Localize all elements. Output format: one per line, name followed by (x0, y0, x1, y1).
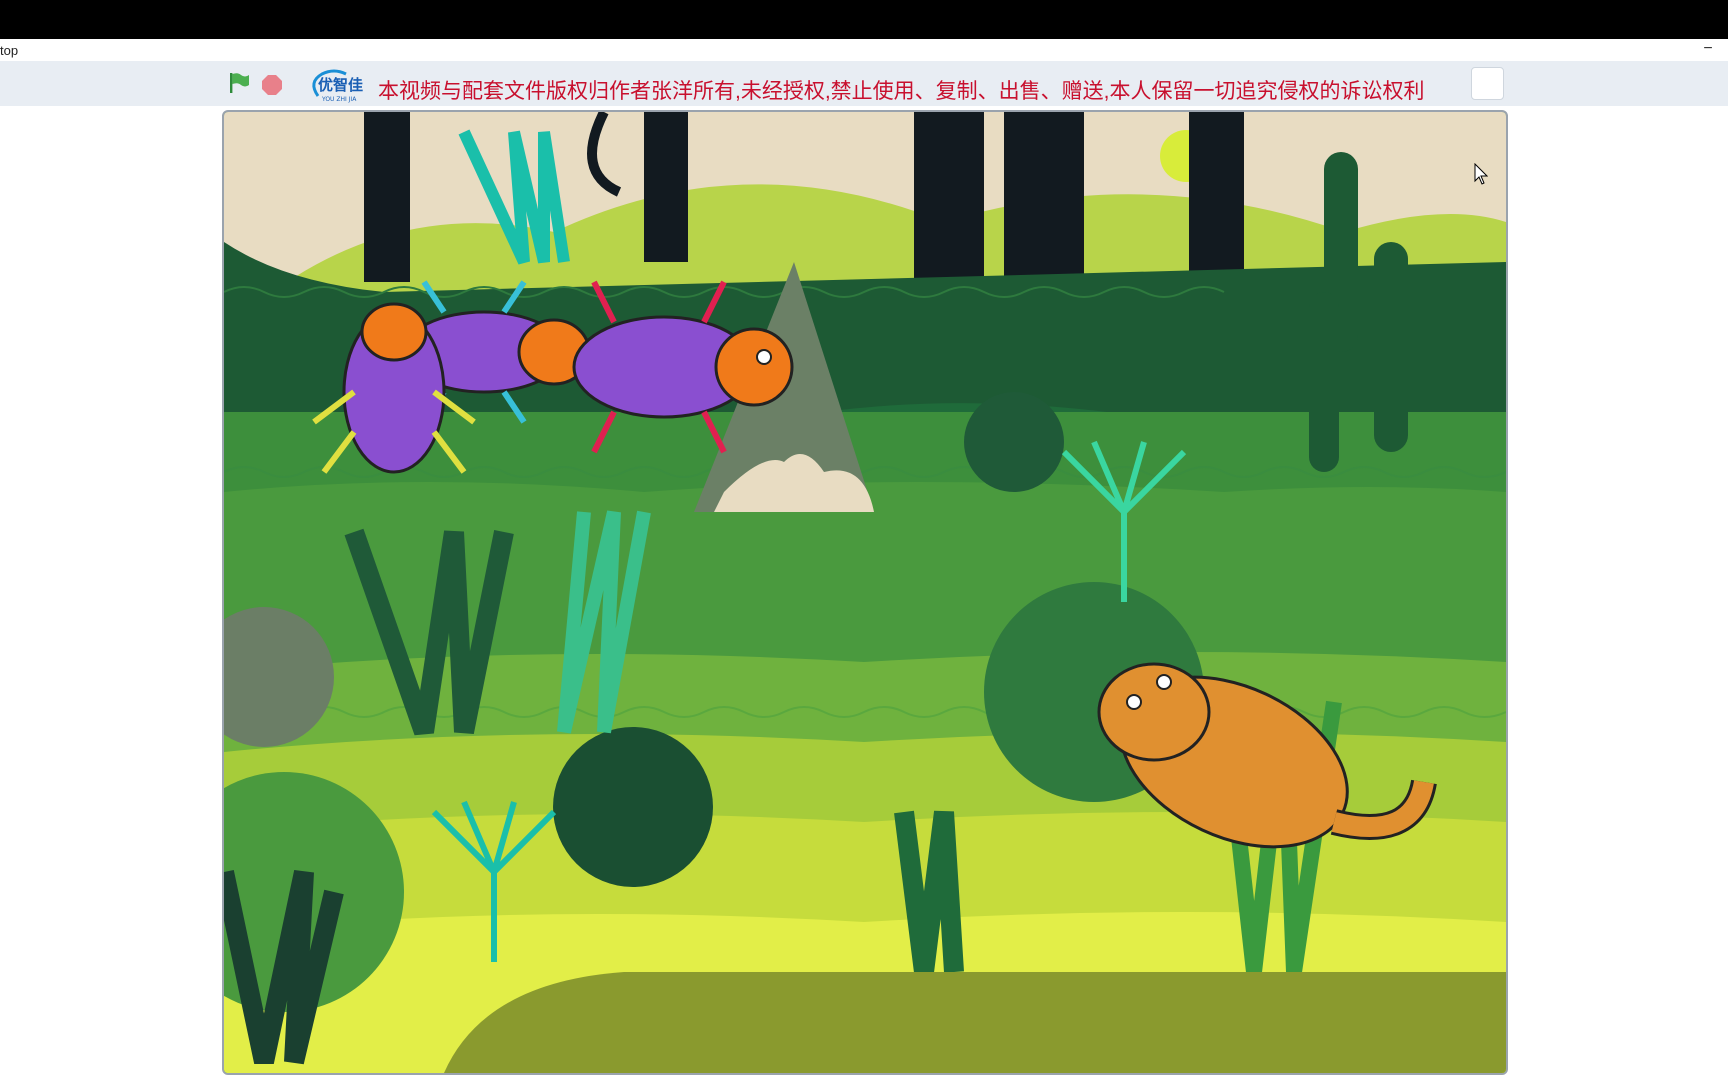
logo-text: 优智佳 (318, 76, 363, 94)
fullscreen-button[interactable] (1471, 67, 1504, 100)
beetle-sprite (572, 280, 794, 454)
brand-logo: 优智佳 YOU ZHI JIA (308, 66, 370, 104)
stop-icon[interactable] (261, 74, 283, 96)
logo-subtext: YOU ZHI JIA (321, 96, 357, 103)
window-title: top (0, 43, 19, 58)
lily-pad (964, 392, 1064, 492)
cat-sprite (1097, 662, 1437, 849)
swamp-backdrop (224, 112, 1506, 1073)
green-flag-icon[interactable] (227, 71, 251, 95)
beetle-sprites (312, 280, 794, 474)
title-bar: top − (0, 39, 1728, 61)
minimize-button[interactable]: − (1696, 39, 1720, 61)
mouse-pointer-icon (1474, 163, 1488, 185)
copyright-notice: 本视频与配套文件版权归作者张洋所有,未经授权,禁止使用、复制、出售、赠送,本人保… (378, 80, 1425, 103)
stage[interactable] (222, 110, 1508, 1075)
top-black-bar (0, 0, 1728, 39)
lily-pad (553, 727, 713, 887)
